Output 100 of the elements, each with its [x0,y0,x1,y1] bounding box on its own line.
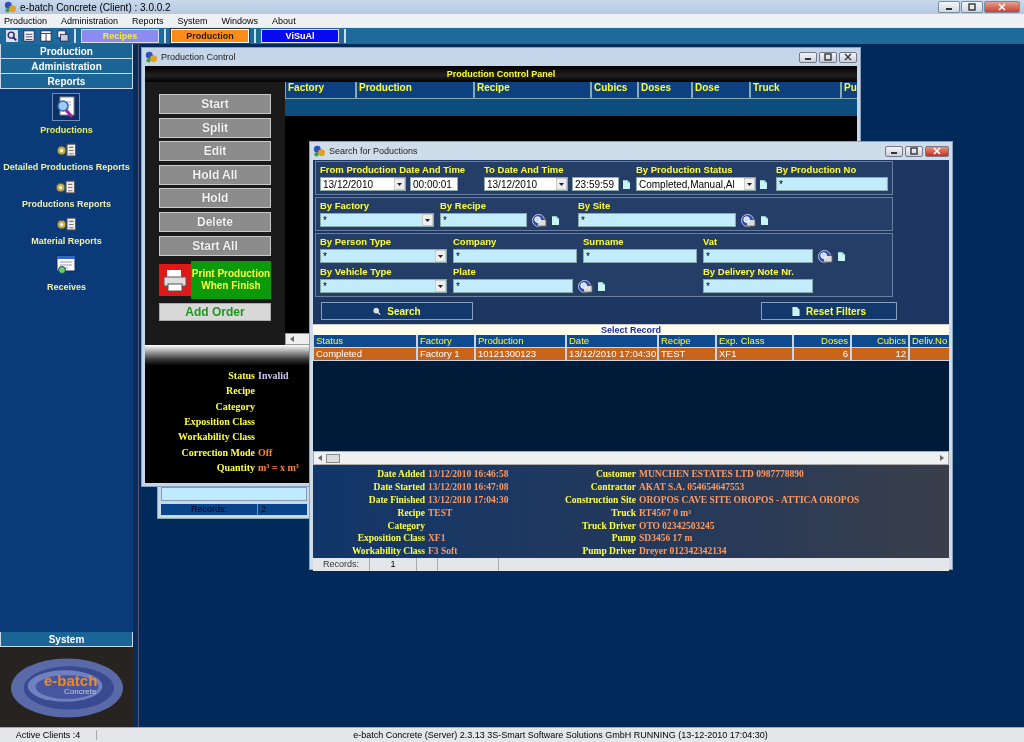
input-field[interactable]: * [453,249,577,263]
columns-icon[interactable] [40,30,52,42]
dropdown-arrow-icon[interactable] [422,214,433,226]
detail-value: XF1 [428,533,446,544]
scroll-right-icon[interactable] [938,454,946,462]
input-field[interactable]: * [440,213,527,227]
table-cell: Factory 1 [417,348,475,361]
toolbar-tab[interactable]: ViSuAl [261,29,339,43]
detail-value: MUNCHEN ESTATES LTD 0987778890 [639,469,804,480]
minimize-button[interactable] [885,145,903,157]
dropdown-field[interactable]: * [320,213,434,227]
sidebar-section-header[interactable]: Reports [0,74,133,89]
dropdown-field[interactable]: * [320,279,447,293]
search-button[interactable]: Search [321,302,473,320]
table-row[interactable]: Completed Factory 1 10121300123 13/12/2010 17:04:30 TEST XF1 6 12 [313,348,949,361]
menu-item[interactable]: Production [4,15,48,26]
dropdown-arrow-icon[interactable] [435,280,446,292]
sidebar-section-header[interactable]: System [0,632,133,647]
scroll-thumb[interactable] [326,453,340,463]
gear-document-icon[interactable] [55,142,78,157]
toolbar-tab[interactable]: Production [171,29,249,43]
info-label: Recipe [225,385,255,397]
close-button[interactable] [839,51,857,63]
sidebar-item[interactable]: Detailed Productions Reports [3,162,130,172]
page-icon[interactable] [623,179,630,189]
menu-item[interactable]: System [177,15,208,26]
menu-item[interactable]: Reports [132,15,164,26]
detail-value: TEST [428,507,453,518]
detail-label: Category [386,520,425,531]
close-button[interactable] [925,145,949,157]
maximize-button[interactable] [905,145,923,157]
status-text: e-batch Concrete (Server) 2.3.13 3S-Smart Software Solutions GmbH RUNNING (13-12-2010 17:04:30) [352,730,769,740]
input-field[interactable]: * [453,279,573,293]
info-value: Off [258,446,273,458]
table-cell: XF1 [716,348,793,361]
dropdown-field[interactable]: 13/12/2010 [320,177,406,191]
search-icon[interactable] [817,248,834,264]
dropdown-arrow-icon[interactable] [744,178,755,190]
info-label: Correction Mode [180,446,255,458]
page-icon[interactable] [838,251,845,261]
scrollbar[interactable] [285,333,311,345]
dropdown-arrow-icon[interactable] [394,178,405,190]
window-icon[interactable] [54,253,79,277]
list-icon[interactable] [23,30,35,42]
menu-item[interactable]: Windows [221,15,259,26]
page-icon[interactable] [761,215,768,225]
field-label: Surname [583,235,625,248]
scroll-left-icon[interactable] [316,454,324,462]
sidebar-section-header[interactable]: Production [0,44,133,59]
dropdown-field[interactable]: 13/12/2010 [484,177,569,191]
sidebar-item[interactable]: Productions [40,125,93,135]
info-label: Exposition Class [183,416,255,428]
minimize-button[interactable] [938,1,960,13]
sidebar-item[interactable]: Material Reports [31,236,102,246]
detail-value: AKAT S.A. 054654647553 [639,482,745,493]
minimize-button[interactable] [799,51,817,63]
page-icon[interactable] [760,179,767,189]
search-icon[interactable] [577,278,594,294]
page-icon[interactable] [552,215,559,225]
input-field[interactable]: * [578,213,736,227]
window-title: Search for Poductions [329,146,418,156]
sidebar-section-header[interactable]: Administration [0,59,133,74]
detail-label: Truck Driver [581,520,636,531]
windows-icon[interactable] [57,30,69,42]
maximize-button[interactable] [961,1,983,13]
time-field[interactable]: 00:00:01 [410,177,458,191]
input-field[interactable]: * [703,249,813,263]
input-field[interactable]: * [776,177,888,191]
dropdown-field[interactable]: Completed,Manual,Al [636,177,756,191]
maximize-button[interactable] [819,51,837,63]
menu-item[interactable]: Administration [61,15,119,26]
info-value: m³ = x m³ [258,461,299,473]
scrollbar[interactable] [313,451,949,465]
dropdown-arrow-icon[interactable] [556,178,568,190]
field-label: By Delivery Note Nr. [703,265,795,278]
detail-label: Truck [610,507,636,518]
reset-filters-button[interactable]: Reset Filters [761,302,897,320]
detail-label: Pump [610,533,636,544]
search-icon [373,306,382,316]
page-icon[interactable] [598,281,605,291]
input-field[interactable] [161,487,307,501]
sidebar-item[interactable]: Productions Reports [22,199,111,209]
gear-document-icon[interactable] [55,179,78,194]
input-field[interactable]: * [703,279,813,293]
search-icon[interactable] [740,212,757,228]
scroll-left-icon[interactable] [288,335,296,343]
search-icon[interactable] [6,30,18,42]
table-cell: 12 [851,348,909,361]
menu-item[interactable]: About [272,15,296,26]
sidebar-item[interactable]: Receives [46,282,86,292]
results-title: Select Record [601,325,661,335]
detail-label: Recipe [396,507,425,518]
page-icon [792,306,800,316]
search-icon[interactable] [531,212,548,228]
app-icon [145,51,157,63]
gear-document-icon[interactable] [55,216,78,231]
dropdown-arrow-icon[interactable] [435,250,446,262]
dropdown-field[interactable]: * [320,249,447,263]
time-field[interactable]: 23:59:59 [572,177,619,191]
input-field[interactable]: * [583,249,697,263]
